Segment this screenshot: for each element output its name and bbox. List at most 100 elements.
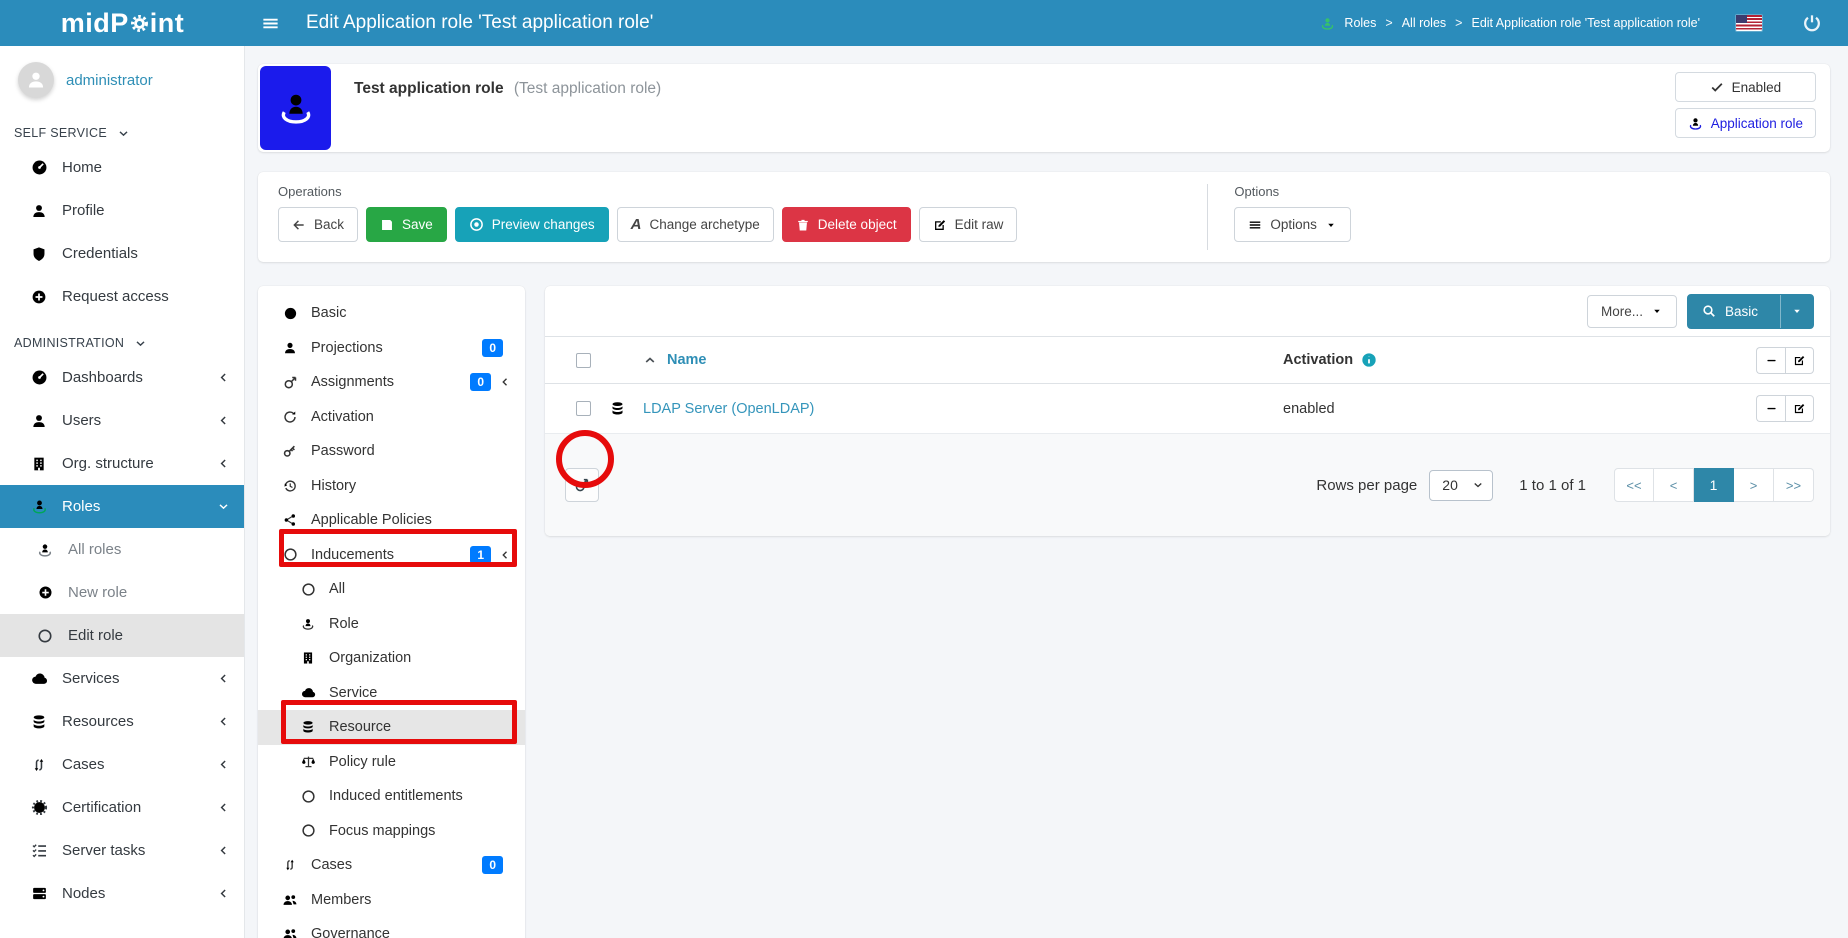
preview-changes-button[interactable]: Preview changes: [455, 207, 609, 242]
sidebar-item-label: Users: [62, 412, 217, 429]
sidebar-item-org-structure[interactable]: Org. structure: [0, 442, 244, 485]
last-page-button[interactable]: >>: [1774, 468, 1814, 502]
options-button-label: Options: [1270, 217, 1317, 232]
operations-group-label: Operations: [278, 184, 1017, 199]
user-panel[interactable]: administrator: [0, 46, 244, 108]
cloud-icon: [28, 670, 50, 687]
logo-gear-icon: [130, 14, 149, 33]
header-actions: [1756, 347, 1814, 374]
next-page-button[interactable]: >: [1734, 468, 1774, 502]
chevron-left-icon[interactable]: [499, 376, 511, 388]
sidebar-item-roles[interactable]: Roles: [0, 485, 244, 528]
menu-item-inducements[interactable]: Inducements1: [258, 538, 525, 573]
options-dropdown-button[interactable]: Options: [1234, 207, 1351, 242]
sidebar-item-services[interactable]: Services: [0, 657, 244, 700]
operations-buttons: Back Save Preview changes AChange archet…: [278, 207, 1017, 242]
object-display-name: (Test application role): [514, 80, 661, 97]
search-mode-button[interactable]: Basic: [1687, 294, 1814, 329]
menu-item-inducements-service[interactable]: Service: [258, 676, 525, 711]
sidebar-item-request-access[interactable]: Request access: [0, 275, 244, 318]
breadcrumb-roles[interactable]: Roles: [1344, 16, 1376, 30]
menu-item-governance[interactable]: Governance: [258, 917, 525, 938]
back-button[interactable]: Back: [278, 207, 358, 242]
menu-item-inducements-organization[interactable]: Organization: [258, 641, 525, 676]
change-archetype-button[interactable]: AChange archetype: [617, 207, 774, 242]
prev-page-button[interactable]: <: [1654, 468, 1694, 502]
sidebar-item-certification[interactable]: Certification: [0, 786, 244, 829]
sidebar-item-label: Cases: [62, 756, 217, 773]
chevron-left-icon: [217, 844, 230, 857]
sidebar-item-server-tasks[interactable]: Server tasks: [0, 829, 244, 872]
chevron-left-icon: [217, 758, 230, 771]
menu-item-basic[interactable]: Basic: [258, 296, 525, 331]
row-checkbox[interactable]: [576, 401, 591, 416]
sidebar-item-label: Request access: [62, 288, 230, 305]
sidebar-item-users[interactable]: Users: [0, 399, 244, 442]
menu-item-password[interactable]: Password: [258, 434, 525, 469]
sidebar-item-profile[interactable]: Profile: [0, 189, 244, 232]
sidebar-item-new-role[interactable]: New role: [0, 571, 244, 614]
menu-item-policy-rule[interactable]: Policy rule: [258, 745, 525, 780]
collapse-column-button[interactable]: [1756, 347, 1785, 374]
edit-raw-button[interactable]: Edit raw: [919, 207, 1018, 242]
edit-column-button[interactable]: [1785, 347, 1814, 374]
delete-object-button[interactable]: Delete object: [782, 207, 911, 242]
assign-resource-button[interactable]: [565, 468, 599, 502]
save-button[interactable]: Save: [366, 207, 447, 242]
circle-icon: [298, 582, 318, 597]
menu-item-focus-mappings[interactable]: Focus mappings: [258, 814, 525, 849]
menu-item-applicable-policies[interactable]: Applicable Policies: [258, 503, 525, 538]
chevron-down-icon: [117, 127, 130, 140]
sidebar-item-cases[interactable]: Cases: [0, 743, 244, 786]
search-mode-caret[interactable]: [1780, 295, 1813, 328]
edit-row-button[interactable]: [1785, 395, 1814, 422]
administration-nav: Dashboards Users Org. structure Roles Al…: [0, 356, 244, 915]
menu-item-label: Cases: [311, 857, 482, 873]
menu-item-cases[interactable]: Cases0: [258, 848, 525, 883]
menu-item-members[interactable]: Members: [258, 883, 525, 918]
sidebar-item-resources[interactable]: Resources: [0, 700, 244, 743]
sidebar-item-dashboards[interactable]: Dashboards: [0, 356, 244, 399]
menu-item-inducements-resource[interactable]: Resource: [258, 710, 525, 745]
users-icon: [280, 926, 300, 938]
sidebar-toggle-icon[interactable]: [261, 14, 280, 33]
sidebar-item-edit-role[interactable]: Edit role: [0, 614, 244, 657]
chevron-left-icon[interactable]: [499, 549, 511, 561]
first-page-button[interactable]: <<: [1614, 468, 1654, 502]
sidebar-item-home[interactable]: Home: [0, 146, 244, 189]
chevron-down-icon: [134, 337, 147, 350]
sort-asc-icon[interactable]: [643, 353, 657, 367]
menu-item-label: Inducements: [311, 547, 470, 563]
page-1-button[interactable]: 1: [1694, 468, 1734, 502]
breadcrumb-all-roles[interactable]: All roles: [1402, 16, 1446, 30]
unassign-row-button[interactable]: [1756, 395, 1785, 422]
cloud-icon: [298, 685, 318, 700]
more-dropdown-button[interactable]: More...: [1587, 295, 1677, 328]
sidebar-item-all-roles[interactable]: All roles: [0, 528, 244, 571]
locale-flag-us[interactable]: [1736, 15, 1762, 31]
resource-link[interactable]: LDAP Server (OpenLDAP): [643, 401, 814, 417]
menu-item-assignments[interactable]: Assignments0: [258, 365, 525, 400]
logout-power-icon[interactable]: [1802, 13, 1822, 33]
menu-item-label: Members: [311, 892, 511, 908]
info-icon[interactable]: [1361, 352, 1377, 368]
menu-item-label: Password: [311, 443, 511, 459]
section-administration[interactable]: ADMINISTRATION: [0, 318, 244, 356]
chevron-left-icon: [217, 715, 230, 728]
select-all-checkbox[interactable]: [576, 353, 591, 368]
menu-item-activation[interactable]: Activation: [258, 400, 525, 435]
arrow-left-icon: [292, 218, 306, 232]
column-header-name[interactable]: Name: [667, 352, 707, 368]
section-self-service[interactable]: SELF SERVICE: [0, 108, 244, 146]
archetype-badge[interactable]: Application role: [1675, 108, 1816, 138]
sidebar-item-nodes[interactable]: Nodes: [0, 872, 244, 915]
midpoint-logo[interactable]: midPint: [0, 8, 245, 39]
menu-item-inducements-role[interactable]: Role: [258, 607, 525, 642]
menu-item-induced-entitlements[interactable]: Induced entitlements: [258, 779, 525, 814]
menu-item-inducements-all[interactable]: All: [258, 572, 525, 607]
menu-item-history[interactable]: History: [258, 469, 525, 504]
menu-item-projections[interactable]: Projections0: [258, 331, 525, 366]
username[interactable]: administrator: [66, 72, 153, 89]
sidebar-item-credentials[interactable]: Credentials: [0, 232, 244, 275]
page-size-select[interactable]: 20: [1429, 470, 1493, 501]
